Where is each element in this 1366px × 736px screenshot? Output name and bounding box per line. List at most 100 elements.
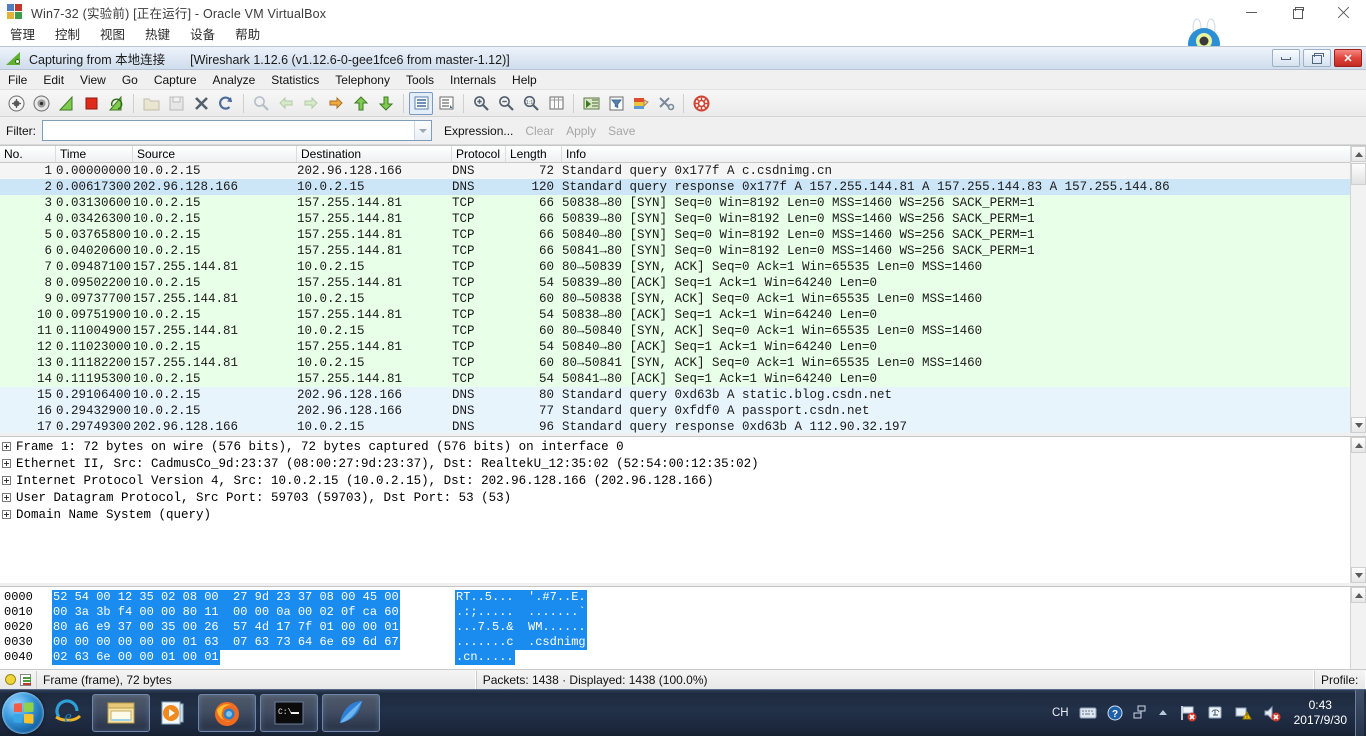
packet-list-row[interactable]: 5 0.03765800 10.0.2.15 157.255.144.81 TCP 66 5… — [0, 227, 1366, 243]
packet-list-row[interactable]: 14 0.11195300 10.0.2.15 157.255.144.81 TCP 54… — [0, 371, 1366, 387]
packet-detail-row[interactable]: Internet Protocol Version 4, Src: 10.0.2… — [2, 473, 1366, 490]
virtualbox-restore-button[interactable] — [1274, 0, 1320, 24]
details-scroll-up-arrow-icon[interactable] — [1351, 437, 1366, 453]
windows-media-player-icon[interactable] — [154, 694, 194, 732]
expression-button[interactable]: Expression... — [444, 124, 513, 138]
menu-statistics[interactable]: Statistics — [263, 70, 327, 90]
scrollbar-thumb[interactable] — [1351, 163, 1366, 185]
capture-options-icon[interactable] — [29, 92, 53, 115]
virtualbox-minimize-button[interactable] — [1228, 0, 1274, 24]
packet-list-row[interactable]: 12 0.11023000 10.0.2.15 157.255.144.81 TCP 54… — [0, 339, 1366, 355]
zoom-reset-icon[interactable]: 1:1 — [519, 92, 543, 115]
network-warning-icon[interactable]: ! — [1235, 704, 1253, 722]
expand-tree-icon[interactable] — [2, 476, 11, 486]
packet-list-row[interactable]: 10 0.09751900 10.0.2.15 157.255.144.81 TCP 54… — [0, 307, 1366, 323]
vbox-menu-hotkeys[interactable]: 热键 — [135, 24, 180, 46]
taskbar-clock[interactable]: 0:43 2017/9/30 — [1288, 698, 1355, 728]
hex-dump-row[interactable]: 0010 00 3a 3b f4 00 00 80 11 00 00 0a 00 … — [0, 605, 1366, 620]
virtualbox-close-button[interactable] — [1320, 0, 1366, 24]
scroll-down-arrow-icon[interactable] — [1351, 417, 1366, 433]
packet-list-row[interactable]: 7 0.09487100 157.255.144.81 10.0.2.15 TCP 60 8… — [0, 259, 1366, 275]
flag-action-center-icon[interactable] — [1179, 704, 1197, 722]
list-interfaces-icon[interactable] — [4, 92, 28, 115]
restart-capture-icon[interactable] — [104, 92, 128, 115]
stop-capture-icon[interactable] — [79, 92, 103, 115]
packet-list-row[interactable]: 2 0.00617300 202.96.128.166 10.0.2.15 DNS 120… — [0, 179, 1366, 195]
menu-go[interactable]: Go — [114, 70, 146, 90]
preferences-icon[interactable] — [654, 92, 678, 115]
expand-tree-icon[interactable] — [2, 459, 11, 469]
packet-detail-row[interactable]: Domain Name System (query) — [2, 507, 1366, 524]
expand-tree-icon[interactable] — [2, 442, 11, 452]
packet-list-row[interactable]: 3 0.03130600 10.0.2.15 157.255.144.81 TCP 66 5… — [0, 195, 1366, 211]
bytes-scroll-up-arrow-icon[interactable] — [1351, 587, 1366, 603]
network-icon[interactable] — [1133, 705, 1147, 721]
windows-start-orb-icon[interactable] — [2, 692, 44, 734]
filter-input[interactable] — [43, 121, 414, 140]
find-packet-icon[interactable] — [249, 92, 273, 115]
go-first-packet-icon[interactable] — [349, 92, 373, 115]
wireshark-icon[interactable] — [322, 694, 380, 732]
menu-help[interactable]: Help — [504, 70, 545, 90]
packet-list-rows[interactable]: 1 0.00000000 10.0.2.15 202.96.128.166 DNS 72 S… — [0, 163, 1366, 433]
menu-analyze[interactable]: Analyze — [205, 70, 264, 90]
volume-muted-icon[interactable] — [1263, 704, 1281, 722]
packet-list-row[interactable]: 6 0.04020600 10.0.2.15 157.255.144.81 TCP 66 5… — [0, 243, 1366, 259]
column-header-protocol[interactable]: Protocol — [452, 146, 506, 162]
display-filters-icon[interactable] — [604, 92, 628, 115]
keyboard-icon[interactable] — [1079, 707, 1097, 719]
hex-dump-row[interactable]: 0040 02 63 6e 00 00 01 00 01 .cn..... — [0, 650, 1366, 665]
vbox-menu-control[interactable]: 控制 — [45, 24, 90, 46]
packet-detail-row[interactable]: Ethernet II, Src: CadmusCo_9d:23:37 (08:… — [2, 456, 1366, 473]
windows-explorer-icon[interactable] — [92, 694, 150, 732]
ime-indicator[interactable]: CH — [1052, 707, 1069, 719]
zoom-in-icon[interactable] — [469, 92, 493, 115]
menu-telephony[interactable]: Telephony — [327, 70, 398, 90]
packet-list-row[interactable]: 13 0.11182200 157.255.144.81 10.0.2.15 TCP 60… — [0, 355, 1366, 371]
colorize-icon[interactable] — [409, 91, 433, 115]
packet-detail-row[interactable]: User Datagram Protocol, Src Port: 59703 … — [2, 490, 1366, 507]
show-desktop-button[interactable] — [1355, 689, 1364, 736]
column-header-length[interactable]: Length — [506, 146, 562, 162]
menu-internals[interactable]: Internals — [442, 70, 504, 90]
packet-list-row[interactable]: 8 0.09502200 10.0.2.15 157.255.144.81 TCP 54 5… — [0, 275, 1366, 291]
packet-detail-row[interactable]: Frame 1: 72 bytes on wire (576 bits), 72… — [2, 439, 1366, 456]
packet-details-pane[interactable]: Frame 1: 72 bytes on wire (576 bits), 72… — [0, 436, 1366, 583]
start-capture-icon[interactable] — [54, 92, 78, 115]
chevron-down-icon[interactable] — [414, 121, 431, 140]
usb-safely-remove-icon[interactable] — [1207, 704, 1225, 722]
packet-list-scrollbar[interactable] — [1350, 146, 1366, 433]
firefox-icon[interactable] — [198, 694, 256, 732]
hex-dump-row[interactable]: 0020 80 a6 e9 37 00 35 00 26 57 4d 17 7f … — [0, 620, 1366, 635]
capture-status-icon[interactable] — [5, 674, 16, 685]
details-scroll-down-arrow-icon[interactable] — [1351, 567, 1366, 583]
expand-tree-icon[interactable] — [2, 510, 11, 520]
packet-list-row[interactable]: 17 0.29749300 202.96.128.166 10.0.2.15 DNS 96… — [0, 419, 1366, 433]
wireshark-restore-button[interactable] — [1303, 49, 1331, 67]
packet-list-row[interactable]: 9 0.09737700 157.255.144.81 10.0.2.15 TCP 60 8… — [0, 291, 1366, 307]
coloring-rules-icon[interactable] — [629, 92, 653, 115]
resize-columns-icon[interactable] — [544, 92, 568, 115]
reload-icon[interactable] — [214, 92, 238, 115]
column-header-time[interactable]: Time — [56, 146, 133, 162]
menu-view[interactable]: View — [72, 70, 114, 90]
packet-list-row[interactable]: 16 0.29432900 10.0.2.15 202.96.128.166 DNS 77… — [0, 403, 1366, 419]
auto-scroll-icon[interactable] — [434, 92, 458, 115]
apply-filter-button[interactable]: Apply — [566, 124, 596, 138]
internet-explorer-icon[interactable]: e — [48, 694, 88, 732]
vbox-menu-help[interactable]: 帮助 — [225, 24, 270, 46]
expand-tree-icon[interactable] — [2, 493, 11, 503]
column-header-destination[interactable]: Destination — [297, 146, 452, 162]
column-header-info[interactable]: Info — [562, 146, 1350, 162]
help-icon[interactable] — [689, 92, 713, 115]
close-file-icon[interactable] — [189, 92, 213, 115]
go-forward-icon[interactable] — [299, 92, 323, 115]
zoom-out-icon[interactable] — [494, 92, 518, 115]
command-prompt-icon[interactable]: C:\ — [260, 694, 318, 732]
vbox-menu-manage[interactable]: 管理 — [0, 24, 45, 46]
packet-list-row[interactable]: 1 0.00000000 10.0.2.15 202.96.128.166 DNS 72 S… — [0, 163, 1366, 179]
packet-list-pane[interactable]: No. Time Source Destination Protocol Len… — [0, 145, 1366, 433]
packet-list-row[interactable]: 11 0.11004900 157.255.144.81 10.0.2.15 TCP 60… — [0, 323, 1366, 339]
go-back-icon[interactable] — [274, 92, 298, 115]
vbox-menu-devices[interactable]: 设备 — [180, 24, 225, 46]
